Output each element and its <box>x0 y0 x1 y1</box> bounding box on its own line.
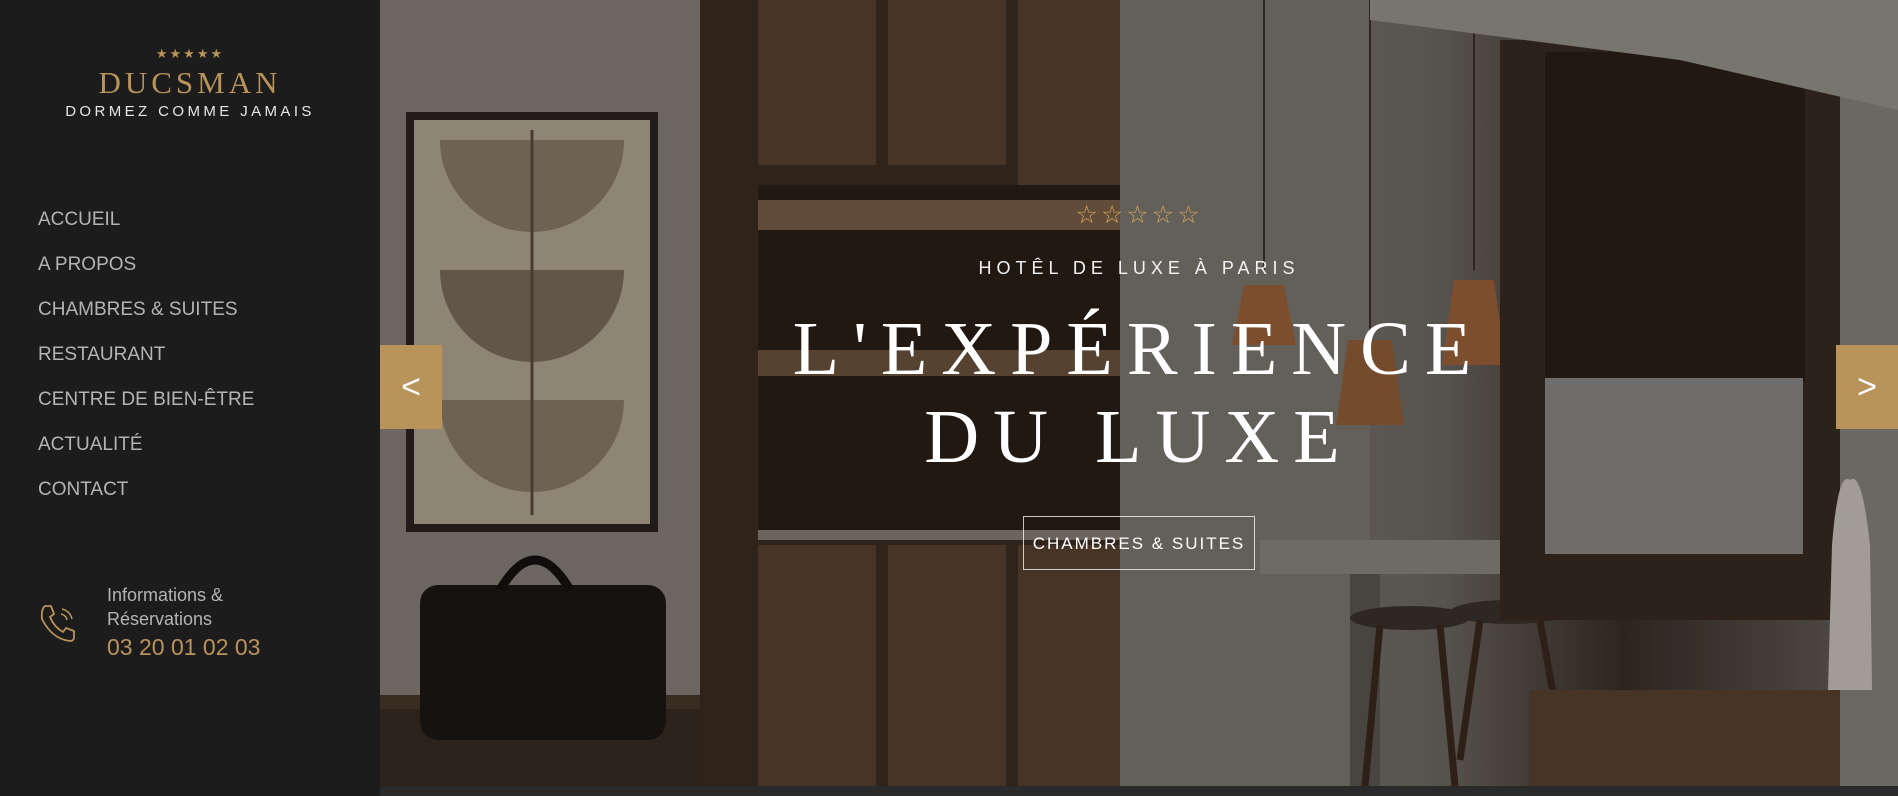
contact-text: Informations & Réservations 03 20 01 02 … <box>107 583 260 662</box>
nav-item-actualite[interactable]: ACTUALITÉ <box>38 432 254 477</box>
nav-item-restaurant[interactable]: RESTAURANT <box>38 342 254 387</box>
nav-item-accueil[interactable]: ACCUEIL <box>38 207 254 252</box>
brand-stars: ★★★★★ <box>155 46 225 61</box>
hero-title: L'EXPÉRIENCE DU LUXE <box>380 305 1898 481</box>
hero-title-line1: L'EXPÉRIENCE <box>792 307 1486 391</box>
nav-item-contact[interactable]: CONTACT <box>38 477 254 522</box>
phone-icon <box>40 605 75 642</box>
hero-stars: ☆☆☆☆☆ <box>1075 201 1203 229</box>
hero-slider: ☆☆☆☆☆ HOTÊL DE LUXE À PARIS L'EXPÉRIENCE… <box>380 0 1898 786</box>
page-bottom-strip <box>380 786 1898 796</box>
chambres-suites-button[interactable]: CHAMBRES & SUITES <box>1023 516 1255 570</box>
brand-tagline: DORMEZ COMME JAMAIS <box>65 103 315 120</box>
slider-prev-button[interactable]: < <box>380 345 442 429</box>
brand-logo[interactable]: ★★★★★ DUCSMAN DORMEZ COMME JAMAIS <box>0 46 380 120</box>
nav-item-chambres-suites[interactable]: CHAMBRES & SUITES <box>38 297 254 342</box>
hero-subtitle: HOTÊL DE LUXE À PARIS <box>978 258 1300 278</box>
contact-label-line1: Informations & <box>107 585 224 605</box>
hero-title-line2: DU LUXE <box>924 395 1354 479</box>
slider-next-button[interactable]: > <box>1836 345 1898 429</box>
contact-phone-number[interactable]: 03 20 01 02 03 <box>107 632 260 662</box>
nav-item-centre-bien-etre[interactable]: CENTRE DE BIEN-ÊTRE <box>38 387 254 432</box>
contact-block: Informations & Réservations 03 20 01 02 … <box>36 583 356 663</box>
contact-label-line2: Réservations <box>107 609 213 629</box>
brand-name: DUCSMAN <box>98 65 282 100</box>
main-nav: ACCUEIL A PROPOS CHAMBRES & SUITES RESTA… <box>38 207 254 522</box>
nav-item-a-propos[interactable]: A PROPOS <box>38 252 254 297</box>
sidebar: ★★★★★ DUCSMAN DORMEZ COMME JAMAIS ACCUEI… <box>0 0 380 796</box>
